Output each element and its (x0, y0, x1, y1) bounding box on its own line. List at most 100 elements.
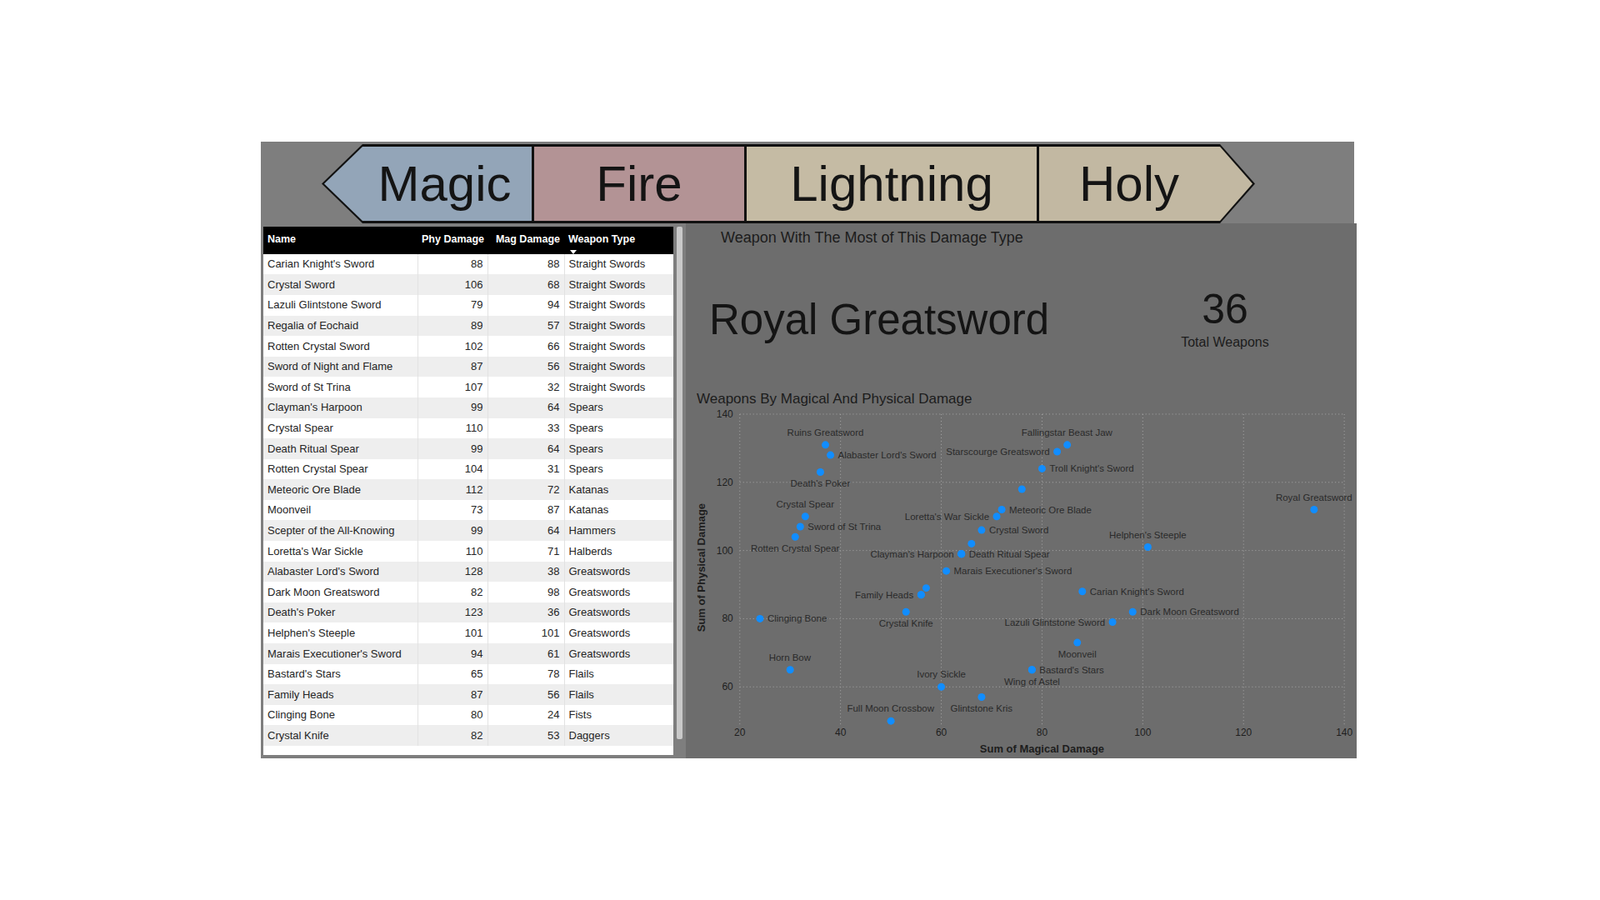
table-row[interactable]: Death Ritual Spear9964Spears (263, 438, 674, 460)
table-cell: 106 (417, 274, 488, 295)
table-row[interactable]: Sword of Night and Flame8756Straight Swo… (263, 356, 674, 378)
data-point[interactable] (1063, 440, 1071, 449)
table-cell: Death's Poker (263, 602, 418, 624)
table-row[interactable]: Bastard's Stars6578Flails (263, 664, 674, 685)
data-point[interactable] (1109, 618, 1117, 626)
data-point[interactable] (957, 550, 965, 558)
damage-type-tab[interactable]: Holy (1036, 144, 1255, 224)
table-row[interactable]: Alabaster Lord's Sword12838Greatswords (263, 561, 674, 583)
data-point[interactable] (1078, 587, 1086, 595)
table-row[interactable]: Crystal Sword10668Straight Swords (263, 274, 674, 295)
x-axis-title: Sum of Magical Damage (980, 742, 1105, 755)
data-point[interactable] (998, 505, 1006, 514)
data-point[interactable] (1129, 608, 1137, 616)
data-point[interactable] (942, 567, 950, 575)
chart-title: Weapons By Magical And Physical Damage (685, 390, 1357, 408)
table-row[interactable]: Regalia of Eochaid8957Straight Swords (263, 315, 674, 337)
data-point[interactable] (1310, 505, 1318, 514)
data-point[interactable] (937, 683, 945, 691)
data-point[interactable] (917, 590, 925, 599)
gridline (740, 413, 1345, 415)
gridline (1243, 414, 1245, 725)
table-cell: Greatswords (564, 602, 674, 624)
column-header[interactable]: Phy Damage (417, 226, 488, 255)
data-point[interactable] (1053, 447, 1061, 455)
data-point[interactable] (1073, 639, 1081, 647)
data-point[interactable] (821, 440, 830, 449)
table-cell: Straight Swords (564, 376, 674, 398)
damage-type-tab[interactable]: Fire (531, 144, 747, 224)
data-point[interactable] (791, 533, 800, 541)
tab-fill: Holy (1039, 146, 1253, 221)
scrollbar-thumb[interactable] (676, 226, 683, 740)
data-point[interactable] (801, 512, 810, 520)
table-cell: 112 (417, 479, 488, 500)
highlight-value: Royal Greatsword (709, 295, 1142, 345)
data-point[interactable] (1038, 465, 1046, 473)
column-label: Mag Damage (495, 233, 560, 245)
table-row[interactable]: Death's Poker12336Greatswords (263, 602, 674, 624)
table-cell: 31 (487, 459, 565, 480)
table-cell: Carian Knight's Sword (263, 254, 418, 275)
data-point[interactable] (1018, 485, 1026, 493)
data-point[interactable] (957, 550, 965, 558)
table-cell: 88 (487, 254, 565, 275)
table-row[interactable]: Crystal Spear11033Spears (263, 418, 674, 440)
damage-type-tab[interactable]: Lightning (744, 144, 1040, 224)
data-point[interactable] (1144, 543, 1152, 551)
data-point[interactable] (902, 608, 910, 616)
data-point[interactable] (967, 540, 975, 548)
data-point[interactable] (796, 522, 805, 530)
gridline (840, 414, 841, 725)
column-label: Name (267, 233, 296, 245)
table-row[interactable]: Lazuli Glintstone Sword7994Straight Swor… (263, 295, 674, 316)
scrollbar-track[interactable] (676, 226, 683, 755)
data-label: Crystal Sword (989, 525, 1049, 535)
table-row[interactable]: Moonveil7387Katanas (263, 500, 674, 521)
data-point[interactable] (887, 717, 895, 725)
table-row[interactable]: Scepter of the All-Knowing9964Hammers (263, 520, 674, 541)
table-row[interactable]: Rotten Crystal Sword10266Straight Swords (263, 335, 674, 357)
data-label: Horn Bow (769, 652, 812, 663)
table-row[interactable]: Carian Knight's Sword8888Straight Swords (263, 254, 674, 275)
column-header[interactable]: Name (263, 226, 418, 255)
table-row[interactable]: Clinging Bone8024Fists (263, 705, 674, 726)
y-tick-label: 140 (716, 408, 734, 420)
data-point[interactable] (786, 665, 795, 674)
table-cell: Greatswords (564, 581, 674, 603)
column-header[interactable]: Weapon Type (564, 226, 674, 255)
y-tick-label: 100 (716, 545, 734, 557)
data-point[interactable] (993, 512, 1001, 520)
table-row[interactable]: Meteoric Ore Blade11272Katanas (263, 479, 674, 500)
table-row[interactable]: Clayman's Harpoon9964Spears (263, 397, 674, 419)
table-cell: Lazuli Glintstone Sword (263, 295, 418, 316)
table-cell: Marais Executioner's Sword (263, 643, 418, 665)
weapon-table-box: Name Phy Damage Mag Damage Weapon Type Cari… (263, 226, 674, 755)
table-cell: 24 (487, 705, 565, 726)
data-point[interactable] (957, 550, 965, 558)
data-point[interactable] (1028, 665, 1036, 674)
table-row[interactable]: Family Heads8756Flails (263, 684, 674, 705)
data-point[interactable] (816, 468, 825, 476)
data-point[interactable] (977, 693, 985, 701)
data-point[interactable] (922, 584, 930, 592)
x-tick-label: 100 (1134, 726, 1151, 739)
table-row[interactable]: Dark Moon Greatsword8298Greatswords (263, 581, 674, 603)
damage-type-tab[interactable]: Magic (321, 144, 535, 224)
table-row[interactable]: Sword of St Trina10732Straight Swords (263, 376, 674, 398)
table-row[interactable]: Crystal Knife8253Daggers (263, 725, 674, 746)
table-cell: 82 (417, 725, 488, 746)
data-point[interactable] (755, 615, 764, 623)
data-label: Royal Greatsword (1275, 491, 1353, 502)
table-row[interactable]: Rotten Crystal Spear10431Spears (263, 459, 674, 480)
table-row[interactable]: Loretta's War Sickle11071Halberds (263, 540, 674, 562)
data-point[interactable] (826, 451, 835, 460)
table-row[interactable]: Helphen's Steeple101101Greatswords (263, 622, 674, 644)
data-point[interactable] (977, 526, 985, 535)
table-cell: Moonveil (263, 500, 418, 521)
column-header[interactable]: Mag Damage (487, 226, 565, 255)
data-label: Clayman's Harpoon (870, 549, 954, 560)
data-point[interactable] (917, 590, 925, 599)
data-point[interactable] (1028, 665, 1036, 674)
table-row[interactable]: Marais Executioner's Sword9461Greatsword… (263, 643, 674, 665)
